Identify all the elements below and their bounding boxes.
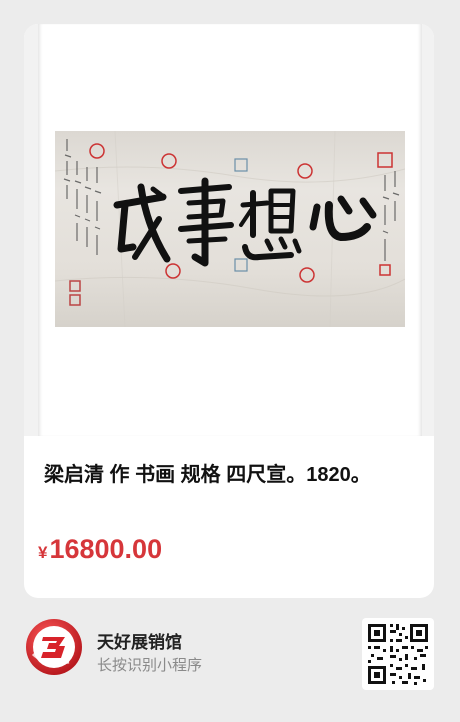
long-press-hint: 长按识别小程序 bbox=[97, 657, 203, 674]
product-card[interactable]: 梁启清 作 书画 规格 四尺宣。1820。 ¥16800.00 bbox=[24, 24, 434, 598]
qr-code-graphic bbox=[366, 622, 430, 686]
price-value: 16800.00 bbox=[49, 534, 163, 564]
store-logo-icon bbox=[25, 618, 83, 676]
product-price: ¥16800.00 bbox=[38, 534, 162, 565]
product-image-area[interactable] bbox=[24, 24, 434, 436]
store-name: 天好展销馆 bbox=[97, 633, 182, 652]
product-title[interactable]: 梁启清 作 书画 规格 四尺宣。1820。 bbox=[44, 460, 424, 490]
product-info: 梁启清 作 书画 规格 四尺宣。1820。 bbox=[44, 460, 424, 490]
share-footer: 天好展销馆 长按识别小程序 bbox=[0, 598, 460, 722]
mini-program-qr-icon[interactable] bbox=[362, 618, 434, 690]
price-currency-symbol: ¥ bbox=[38, 543, 48, 562]
calligraphy-artwork bbox=[55, 131, 405, 327]
calligraphy-painting-image[interactable] bbox=[55, 131, 405, 327]
